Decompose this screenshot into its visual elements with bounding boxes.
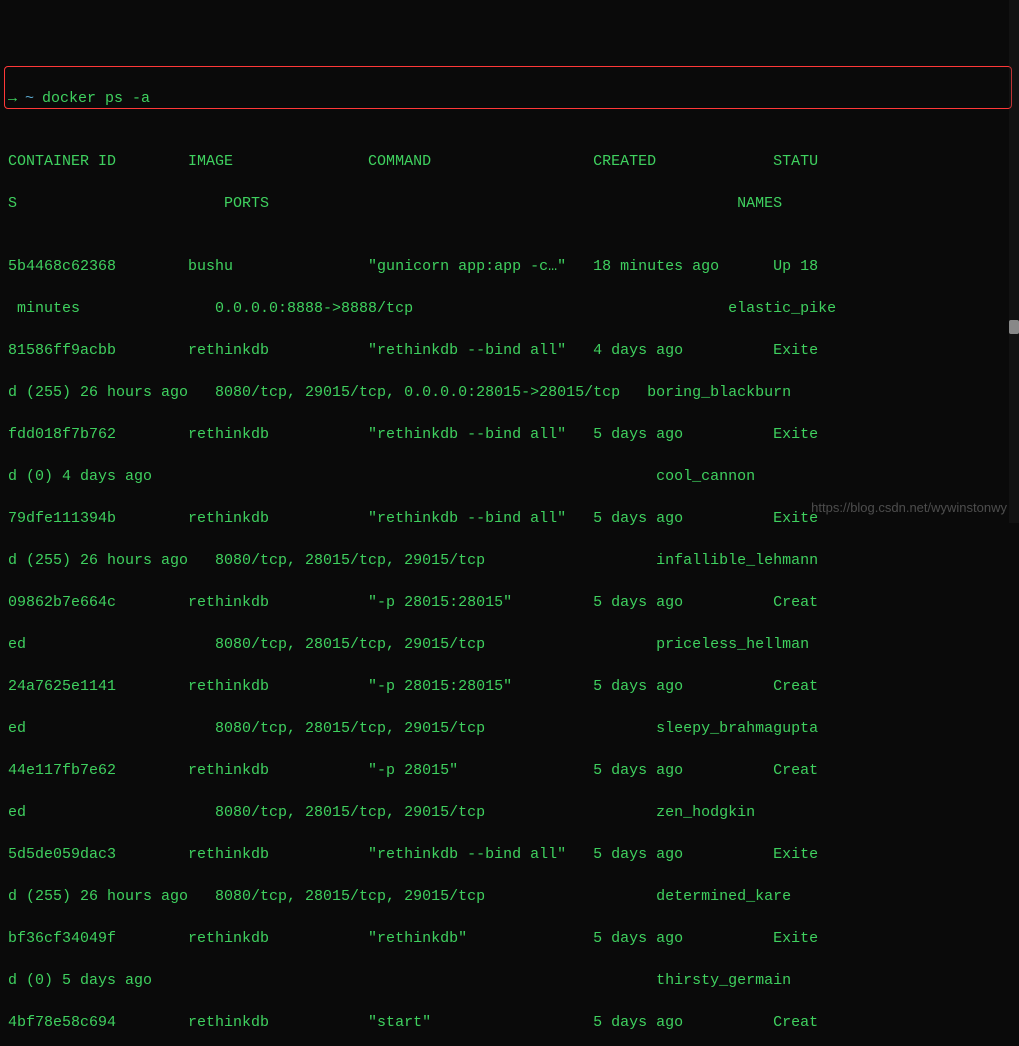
container-row-line1: 5d5de059dac3 rethinkdb "rethinkdb --bind… xyxy=(8,844,1011,865)
container-row-line1: fdd018f7b762 rethinkdb "rethinkdb --bind… xyxy=(8,424,1011,445)
container-row-line1: 09862b7e664c rethinkdb "-p 28015:28015" … xyxy=(8,592,1011,613)
container-row-line2: d (0) 4 days ago cool_cannon xyxy=(8,466,1011,487)
container-row-line1: 44e117fb7e62 rethinkdb "-p 28015" 5 days… xyxy=(8,760,1011,781)
container-row-line1: 4bf78e58c694 rethinkdb "start" 5 days ag… xyxy=(8,1012,1011,1033)
container-row-line1: 24a7625e1141 rethinkdb "-p 28015:28015" … xyxy=(8,676,1011,697)
scrollbar-thumb[interactable] xyxy=(1009,320,1019,334)
scrollbar-track[interactable] xyxy=(1009,0,1019,523)
prompt-arrow-icon: → xyxy=(8,88,17,109)
container-row-line2: d (255) 26 hours ago 8080/tcp, 29015/tcp… xyxy=(8,382,1011,403)
container-row-line2: ed 8080/tcp, 28015/tcp, 29015/tcp sleepy… xyxy=(8,718,1011,739)
watermark-text: https://blog.csdn.net/wywinstonwy xyxy=(811,499,1007,517)
header-line-2: S PORTS NAMES xyxy=(8,193,1011,214)
container-row-line2: ed 8080/tcp, 28015/tcp, 29015/tcp zen_ho… xyxy=(8,802,1011,823)
container-row-line2: d (0) 5 days ago thirsty_germain xyxy=(8,970,1011,991)
header-line-1: CONTAINER ID IMAGE COMMAND CREATED STATU xyxy=(8,151,1011,172)
container-row-line1: 5b4468c62368 bushu "gunicorn app:app -c…… xyxy=(8,256,1011,277)
container-row-line2: d (255) 26 hours ago 8080/tcp, 28015/tcp… xyxy=(8,886,1011,907)
container-row-line2: ed 8080/tcp, 28015/tcp, 29015/tcp pricel… xyxy=(8,634,1011,655)
container-row-line2: d (255) 26 hours ago 8080/tcp, 28015/tcp… xyxy=(8,550,1011,571)
container-row-line1: 81586ff9acbb rethinkdb "rethinkdb --bind… xyxy=(8,340,1011,361)
prompt-line[interactable]: → ~ docker ps -a xyxy=(8,88,1011,109)
container-row-line2: minutes 0.0.0.0:8888->8888/tcp elastic_p… xyxy=(8,298,1011,319)
prompt-tilde: ~ xyxy=(25,88,34,109)
container-row-line1: bf36cf34049f rethinkdb "rethinkdb" 5 day… xyxy=(8,928,1011,949)
command-text: docker ps -a xyxy=(42,88,150,109)
